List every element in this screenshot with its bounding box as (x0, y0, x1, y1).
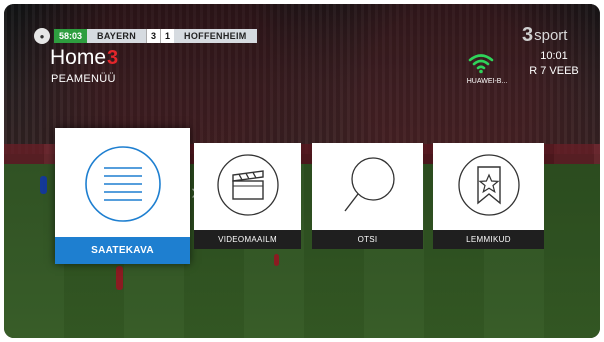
menu-tile-search[interactable]: OTSI (312, 143, 423, 249)
match-clock: 58:03 (54, 29, 88, 43)
page-title: PEAMENÜÜ (51, 73, 116, 85)
menu-tile-label: VIDEOMAAILM (194, 230, 301, 249)
brand-name: Home (50, 46, 107, 69)
wifi-icon (468, 54, 494, 74)
channel-logo: 3 sport (522, 24, 567, 47)
menu-tile-label: SAATEKAVA (55, 237, 190, 264)
clock-time: 10:01 (540, 50, 568, 62)
menu-tile-video-world[interactable]: VIDEOMAAILM (194, 143, 301, 249)
guide-list-icon (84, 146, 161, 222)
home-team-name: BAYERN (87, 29, 147, 43)
channel-logo-text: sport (534, 27, 568, 44)
menu-tile-label: LEMMIKUD (433, 230, 544, 249)
live-score-bug: ● 58:03 BAYERN 3 1 HOFFENHEIM (34, 28, 257, 44)
menu-tile-favorites[interactable]: LEMMIKUD (433, 143, 544, 249)
menu-tile-label: OTSI (312, 230, 423, 249)
away-team-name: HOFFENHEIM (174, 29, 257, 43)
clock-date: R 7 VEEB (529, 65, 579, 77)
home-score: 3 (146, 29, 161, 43)
star-bookmark-icon (457, 154, 520, 216)
channel-logo-mark: 3 (522, 24, 534, 46)
menu-tile-guide[interactable]: SAATEKAVA (55, 128, 190, 264)
away-score: 1 (160, 29, 175, 43)
brand-mark: 3 (107, 47, 119, 69)
home3-logo: Home 3 (50, 46, 118, 70)
search-icon (343, 157, 395, 212)
cup-logo-icon: ● (34, 28, 50, 44)
clapperboard-icon (216, 154, 279, 216)
tv-screen: ● 58:03 BAYERN 3 1 HOFFENHEIM Home 3 PEA… (4, 4, 600, 338)
wifi-network-name: HUAWEI-B... (466, 78, 508, 85)
